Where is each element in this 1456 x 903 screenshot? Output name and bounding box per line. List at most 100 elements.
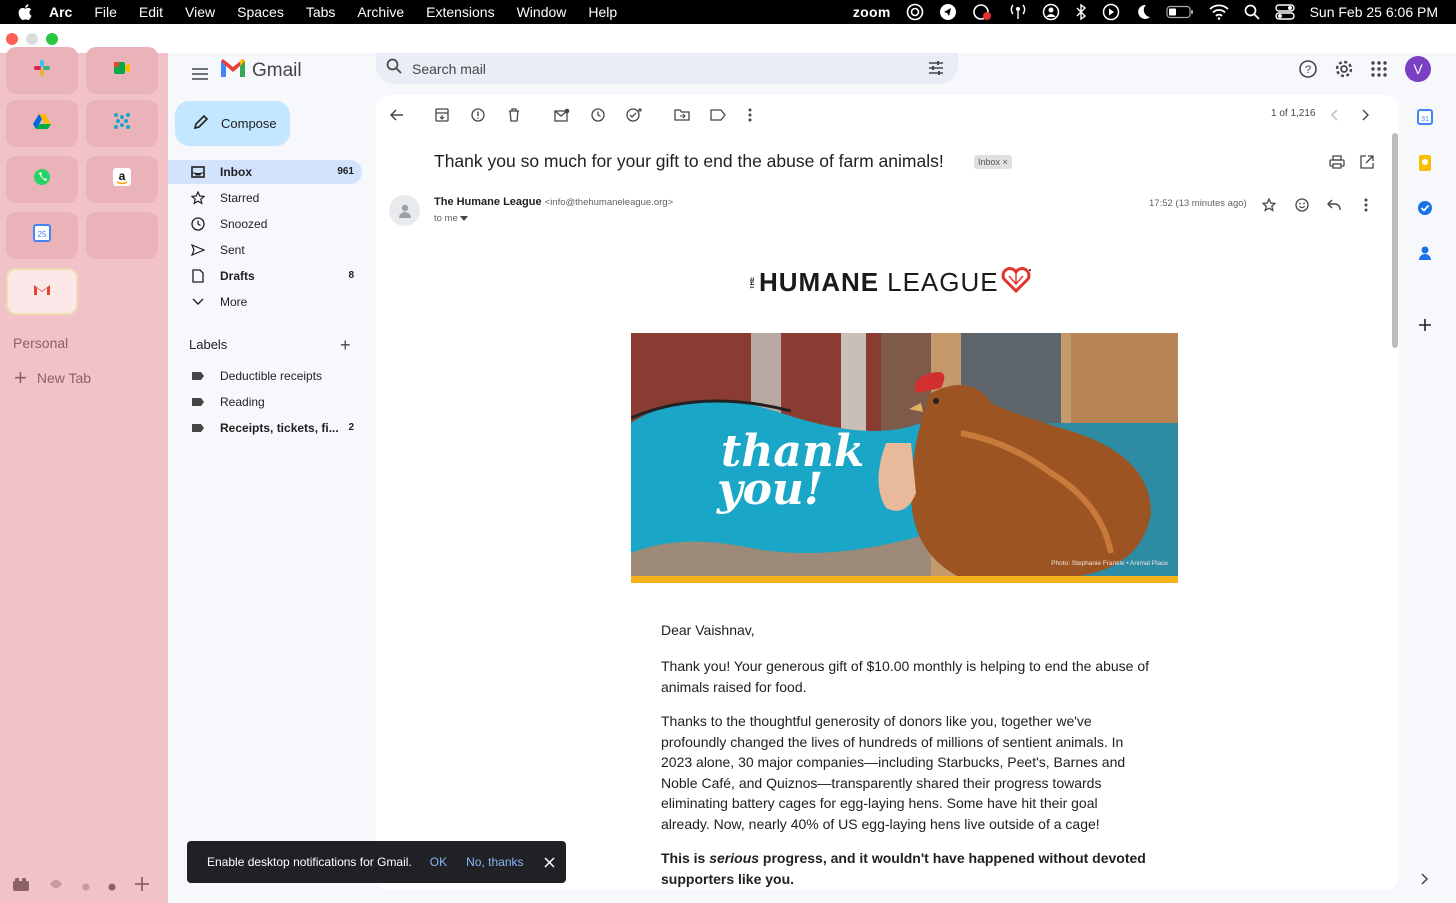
favorite-google-calendar[interactable]: 25 — [6, 212, 78, 259]
hide-side-panel-chevron-icon[interactable] — [1415, 869, 1435, 889]
move-to-folder-icon[interactable] — [673, 106, 691, 124]
menu-help[interactable]: Help — [588, 4, 617, 20]
tasks-addon-icon[interactable] — [1415, 198, 1435, 218]
space-dot-icon[interactable] — [82, 878, 90, 896]
arc-bottom-bar — [12, 876, 168, 897]
space-dot-active-icon[interactable] — [108, 878, 116, 896]
snooze-clock-icon[interactable] — [589, 106, 607, 124]
contacts-addon-icon[interactable] — [1415, 243, 1435, 263]
star-email-icon[interactable] — [1260, 196, 1278, 214]
maximize-window-button[interactable] — [46, 33, 58, 45]
library-icon[interactable] — [12, 876, 30, 897]
label-icon[interactable] — [709, 106, 727, 124]
reply-icon[interactable] — [1325, 196, 1343, 214]
apple-icon[interactable] — [16, 4, 33, 21]
moon-icon[interactable] — [1135, 3, 1151, 21]
apps-grid-icon[interactable] — [1370, 57, 1388, 81]
mark-unread-icon[interactable] — [553, 106, 571, 124]
label-reading[interactable]: Reading — [168, 390, 362, 414]
sender-line[interactable]: The Humane League <info@thehumaneleague.… — [434, 196, 673, 208]
favorite-gmail[interactable] — [6, 268, 78, 315]
help-icon[interactable]: ? — [1298, 57, 1318, 81]
menu-window[interactable]: Window — [517, 4, 567, 20]
humane-league-logo[interactable]: THE HUMANE LEAGUE — [750, 267, 1031, 298]
chevron-right-icon[interactable] — [1357, 106, 1375, 124]
menu-edit[interactable]: Edit — [139, 4, 163, 20]
gmail-logo[interactable]: Gmail — [220, 58, 302, 83]
play-circle-icon[interactable] — [1102, 3, 1120, 21]
calendar-addon-icon[interactable]: 31 — [1415, 107, 1435, 127]
account-avatar[interactable]: V — [1405, 56, 1431, 82]
space-switcher-icon[interactable] — [48, 877, 64, 896]
nav-more[interactable]: More — [168, 290, 362, 314]
zoom-status-label[interactable]: zoom — [853, 4, 891, 20]
emoji-react-icon[interactable] — [1293, 196, 1311, 214]
minimize-window-button[interactable] — [26, 33, 38, 45]
menu-archive[interactable]: Archive — [357, 4, 404, 20]
search-options-icon[interactable] — [928, 60, 944, 81]
more-vertical-icon[interactable] — [1357, 196, 1375, 214]
reading-pane-scrollbar[interactable] — [1392, 133, 1398, 348]
favorite-google-meet[interactable] — [86, 47, 158, 94]
bluetooth-icon[interactable] — [1075, 3, 1087, 21]
get-addons-plus-icon[interactable] — [1415, 315, 1435, 335]
close-icon[interactable] — [544, 856, 556, 868]
close-window-button[interactable] — [6, 33, 18, 45]
snackbar-ok-button[interactable]: OK — [430, 855, 447, 869]
label-name: Reading — [220, 395, 265, 409]
nav-drafts[interactable]: Drafts 8 — [168, 264, 362, 288]
search-bar[interactable]: Search mail — [376, 53, 958, 84]
antenna-icon[interactable] — [1009, 3, 1027, 21]
menubar-clock[interactable]: Sun Feb 25 6:06 PM — [1310, 4, 1438, 20]
snackbar-no-thanks-button[interactable]: No, thanks — [466, 855, 523, 869]
report-spam-icon[interactable] — [469, 106, 487, 124]
menu-app-arc[interactable]: Arc — [49, 4, 72, 20]
inbox-label-chip[interactable]: Inbox × — [974, 155, 1012, 169]
menu-tabs[interactable]: Tabs — [306, 4, 336, 20]
arc-new-tab-button[interactable]: + New Tab — [14, 365, 91, 390]
spotlight-search-icon[interactable] — [1244, 4, 1260, 20]
compose-button[interactable]: Compose — [175, 101, 290, 146]
plus-icon: + — [14, 365, 27, 390]
nav-inbox[interactable]: Inbox 961 — [168, 160, 362, 184]
screen-record-icon[interactable] — [972, 3, 994, 21]
search-icon[interactable] — [386, 58, 402, 79]
favorite-dots-app[interactable] — [86, 100, 158, 147]
add-label-plus-icon[interactable]: + — [340, 336, 351, 354]
nav-starred[interactable]: Starred — [168, 186, 362, 210]
back-arrow-icon[interactable] — [388, 106, 406, 124]
menu-extensions[interactable]: Extensions — [426, 4, 494, 20]
battery-icon[interactable] — [1165, 5, 1194, 19]
more-vertical-icon[interactable] — [741, 106, 759, 124]
chevron-left-icon[interactable] — [1325, 106, 1343, 124]
send-arrow-icon[interactable] — [939, 3, 957, 21]
favorite-empty-slot[interactable] — [86, 212, 158, 259]
favorite-whatsapp[interactable] — [6, 156, 78, 203]
menu-file[interactable]: File — [94, 4, 117, 20]
menu-spaces[interactable]: Spaces — [237, 4, 284, 20]
label-receipts-tickets[interactable]: Receipts, tickets, fi... 2 — [168, 416, 362, 440]
add-space-icon[interactable] — [134, 876, 150, 897]
sender-avatar[interactable] — [389, 195, 420, 226]
archive-icon[interactable] — [433, 106, 451, 124]
add-to-tasks-icon[interactable] — [625, 106, 643, 124]
open-in-new-window-icon[interactable] — [1358, 153, 1376, 171]
delete-trash-icon[interactable] — [505, 106, 523, 124]
search-input[interactable]: Search mail — [412, 61, 486, 77]
print-icon[interactable] — [1328, 153, 1346, 171]
control-center-icon[interactable] — [1274, 4, 1295, 20]
favorite-google-drive[interactable] — [6, 100, 78, 147]
favorite-slack[interactable] — [6, 47, 78, 94]
recipient-toggle[interactable]: to me — [434, 213, 469, 224]
settings-gear-icon[interactable] — [1334, 57, 1354, 81]
nav-sent[interactable]: Sent — [168, 238, 362, 262]
nav-snoozed[interactable]: Snoozed — [168, 212, 362, 236]
user-circle-icon[interactable] — [1042, 3, 1060, 21]
main-menu-icon[interactable] — [188, 62, 212, 86]
favorite-amazon[interactable]: a — [86, 156, 158, 203]
menu-view[interactable]: View — [185, 4, 215, 20]
keep-addon-icon[interactable] — [1415, 153, 1435, 173]
wifi-icon[interactable] — [1208, 4, 1229, 20]
grammarly-icon[interactable] — [906, 3, 924, 21]
label-deductible-receipts[interactable]: Deductible receipts — [168, 364, 362, 388]
